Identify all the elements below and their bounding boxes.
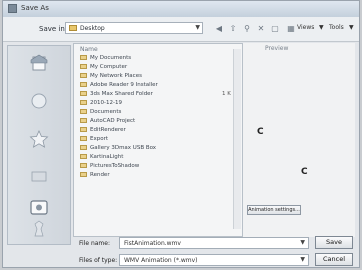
app-icon [8,4,17,13]
folder-icon [80,163,87,168]
delete-icon[interactable]: ✕ [255,23,267,34]
cancel-button[interactable]: Cancel [315,253,353,266]
folder-icon [80,154,87,159]
back-icon[interactable]: ◀ [213,23,225,34]
list-item-label: My Network Places [90,73,142,79]
views-menu[interactable]: Views [297,24,314,31]
tools-menu[interactable]: Tools [329,24,344,31]
globe-icon [34,220,44,237]
list-item[interactable]: KartinaLight [80,154,123,162]
folder-icon [80,82,87,87]
desktop-icon [31,93,47,109]
list-item[interactable]: Documents [80,109,121,117]
folder-icon [80,109,87,114]
chevron-down-icon[interactable]: ▼ [300,239,305,246]
folder-icon [80,118,87,123]
list-item[interactable]: My Documents [80,55,131,63]
file-name-input[interactable]: FistAnimation.wmv ▼ [119,237,309,249]
file-name-label: File name: [79,240,110,247]
list-item-label: My Documents [90,55,132,61]
folder-icon [80,64,87,69]
save-in-dropdown[interactable]: Desktop ▼ [65,22,203,34]
views-chevron-down-icon: ▼ [319,24,324,31]
save-in-label: Save in: [39,25,68,33]
preview-letter: C [257,127,264,137]
views-icon[interactable]: ▦ [285,23,297,34]
animation-settings-button[interactable]: Animation settings... [247,205,301,215]
save-in-value: Desktop [80,25,105,32]
tools-chevron-down-icon: ▼ [349,24,354,31]
list-item-label: Render [90,172,110,178]
search-icon[interactable]: ⚲ [241,23,253,34]
folder-icon [80,127,87,132]
preview-label: Preview [265,45,289,52]
file-type-label: Files of type: [79,257,118,264]
list-item-label: PicturesToShadow [90,163,140,169]
computer-icon [31,171,47,182]
list-item[interactable]: Gallery 3Dmax USB Box [80,145,156,153]
preview-letter: C [301,167,308,177]
star-icon [29,130,49,148]
toolbar: Save in: Desktop ▼ ◀ ⇧ ⚲ ✕ ▢ ▦ Views ▼ T… [3,17,359,42]
list-item-label: KartinaLight [90,154,124,160]
list-item-label: My Computer [90,64,128,70]
list-item-size: 1 K [222,91,231,97]
folder-icon [80,55,87,60]
list-item[interactable]: 3ds Max Shared Folder [80,91,153,99]
list-item[interactable]: EditRenderer [80,127,126,135]
list-item-label: EditRenderer [90,127,126,133]
list-item[interactable]: Adobe Reader 9 Installer [80,82,158,90]
place-network-places[interactable] [26,218,52,242]
title-bar: Save As [3,1,359,18]
place-my-computer[interactable] [26,166,52,190]
folder-icon [80,145,87,150]
list-item-label: Adobe Reader 9 Installer [90,82,158,88]
folder-icon [80,91,87,96]
place-network[interactable] [26,196,52,220]
place-recent[interactable] [26,52,52,76]
file-list[interactable]: Name My Documents My Computer My Network… [73,43,243,237]
list-item[interactable]: My Network Places [80,73,142,81]
file-type-select[interactable]: WMV Animation (*.wmv) ▼ [119,254,309,266]
place-favorites[interactable] [26,128,52,152]
up-folder-icon[interactable]: ⇧ [227,23,239,34]
list-item-label: AutoCAD Project [90,118,136,124]
list-item[interactable]: AutoCAD Project [80,118,135,126]
folder-icon [80,172,87,177]
list-item-label: Export [90,136,109,142]
list-item[interactable]: PicturesToShadow [80,163,139,171]
list-item-label: Documents [90,109,122,115]
save-button[interactable]: Save [315,236,353,249]
list-item[interactable]: My Computer [80,64,127,72]
file-type-value: WMV Animation (*.wmv) [124,257,198,264]
folder-icon [80,136,87,141]
list-item[interactable]: 2010-12-19 [80,100,122,108]
place-desktop[interactable] [26,90,52,114]
list-item-label: 3ds Max Shared Folder [90,91,153,97]
recent-documents-icon [30,54,48,71]
new-folder-icon[interactable]: ▢ [269,23,281,34]
dialog-title: Save As [21,4,49,12]
list-item-label: 2010-12-19 [90,100,122,106]
chevron-down-icon[interactable]: ▼ [300,256,305,263]
network-folder-icon [30,200,48,215]
folder-icon [80,73,87,78]
chevron-down-icon: ▼ [195,24,200,31]
file-name-value: FistAnimation.wmv [124,240,181,247]
column-header-name[interactable]: Name [80,46,98,53]
save-as-dialog: Save As Save in: Desktop ▼ ◀ ⇧ ⚲ ✕ ▢ ▦ V… [2,0,360,268]
file-list-scrollbar[interactable] [233,49,241,229]
list-item[interactable]: Export [80,136,108,144]
places-bar [7,45,71,245]
desktop-folder-icon [69,25,77,31]
list-item[interactable]: Render [80,172,110,180]
folder-icon [80,100,87,105]
list-item-label: Gallery 3Dmax USB Box [90,145,157,151]
